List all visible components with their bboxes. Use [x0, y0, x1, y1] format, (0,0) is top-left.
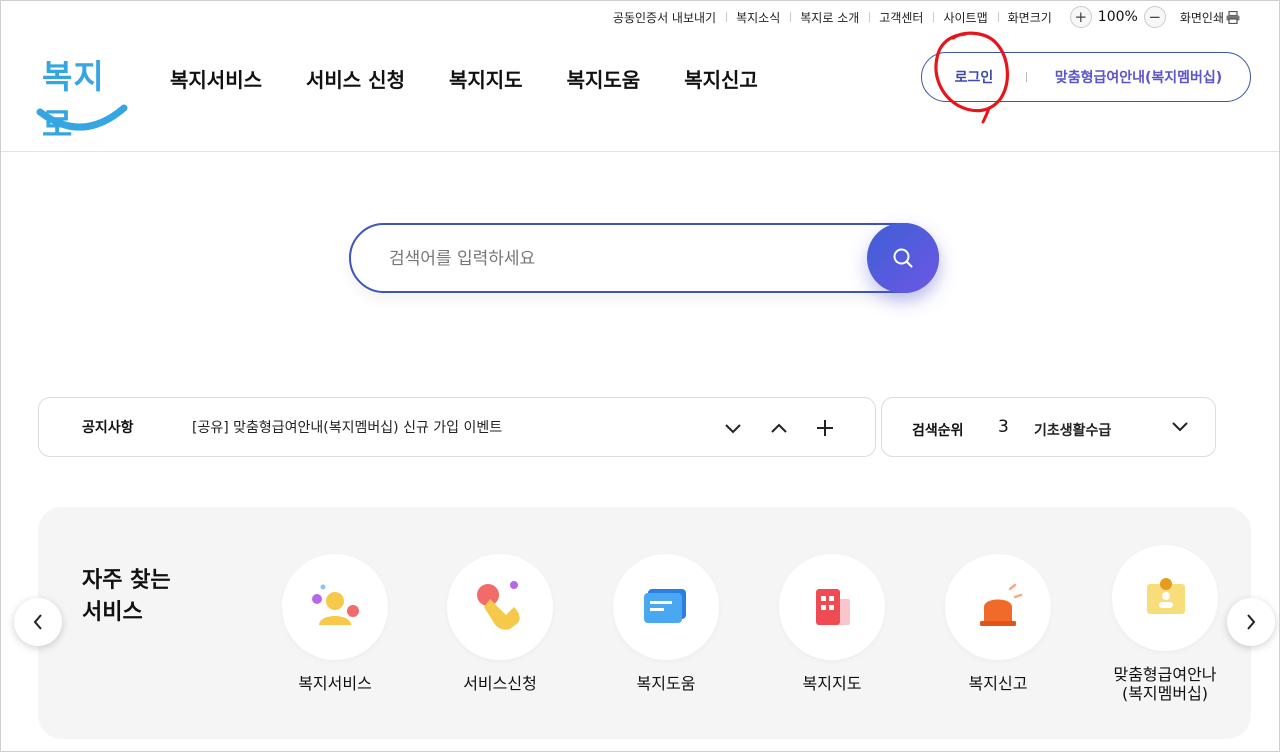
notice-prev-button[interactable]: [768, 417, 790, 439]
notice-next-button[interactable]: [722, 417, 744, 439]
util-about-link[interactable]: 복지로 소개: [790, 9, 869, 26]
quick-item-label: 복지지도: [802, 674, 862, 693]
nav-welfare-help[interactable]: 복지도움: [567, 64, 641, 93]
logo-smile-icon: [36, 104, 128, 131]
quick-services: 자주 찾는 서비스 복지서비스 서비스신청 복지도움 복지지도 복지신고 맞춤형…: [38, 507, 1251, 739]
util-cert-export-link[interactable]: 공동인증서 내보내기: [603, 9, 726, 26]
util-screen-size-label: 화면크기: [997, 9, 1062, 26]
plus-icon: [817, 420, 833, 436]
printer-icon: [1226, 10, 1240, 24]
login-button[interactable]: 로그인: [922, 67, 1026, 87]
id-badge-icon: [1147, 578, 1185, 614]
ranking-number: 3: [998, 417, 1009, 437]
chevron-up-icon: [771, 423, 787, 433]
site-header: 공동인증서 내보내기 복지소식 복지로 소개 고객센터 사이트맵 화면크기 + …: [0, 0, 1280, 152]
siren-icon: [980, 583, 1023, 626]
quick-item-welfare-report[interactable]: 복지신고: [938, 554, 1058, 693]
search-button[interactable]: [867, 223, 939, 293]
util-news-link[interactable]: 복지소식: [726, 9, 790, 26]
quick-item-membership[interactable]: 맞춤형급여안나 (복지멤버십): [1105, 545, 1225, 703]
notice-bar: 공지사항 [공유] 맞춤형급여안내(복지멤버십) 신규 가입 이벤트: [38, 397, 876, 457]
hand-tap-icon: [477, 581, 520, 630]
zoom-value: 100%: [1097, 9, 1138, 25]
main-nav: 복지서비스 서비스 신청 복지지도 복지도움 복지신고: [170, 64, 802, 93]
auth-box: 로그인 맞춤형급여안내(복지멤버십): [921, 52, 1251, 102]
notice-more-button[interactable]: [814, 417, 836, 439]
quick-next-button[interactable]: [1227, 598, 1275, 646]
chevron-right-icon: [1247, 614, 1256, 630]
notice-label: 공지사항: [82, 420, 134, 436]
quick-title: 자주 찾는 서비스: [82, 565, 171, 629]
quick-item-label-line2: (복지멤버십): [1121, 684, 1209, 703]
membership-button[interactable]: 맞춤형급여안내(복지멤버십): [1027, 67, 1250, 87]
search-input[interactable]: [389, 245, 849, 273]
quick-item-label: 복지도움: [636, 674, 696, 693]
quick-item-label: 복지서비스: [298, 674, 372, 693]
person-icon: [312, 584, 359, 625]
building-icon: [816, 589, 850, 625]
nav-welfare-map[interactable]: 복지지도: [449, 64, 523, 93]
quick-item-label: 복지신고: [968, 674, 1028, 693]
chevron-down-icon: [1172, 422, 1188, 432]
chevron-left-icon: [33, 614, 42, 630]
search-icon: [893, 248, 913, 268]
quick-item-service-apply[interactable]: 서비스신청: [440, 554, 560, 693]
ranking-label: 검색순위: [912, 423, 964, 439]
nav-welfare-service[interactable]: 복지서비스: [170, 64, 262, 93]
ranking-toggle-button[interactable]: [1171, 417, 1189, 436]
util-sitemap-link[interactable]: 사이트맵: [933, 9, 997, 26]
quick-title-line2: 서비스: [82, 600, 143, 625]
quick-item-label: 서비스신청: [463, 674, 537, 693]
site-logo[interactable]: 복지로: [36, 50, 130, 144]
zoom-in-button[interactable]: +: [1069, 6, 1092, 28]
print-button[interactable]: 화면인쇄: [1180, 9, 1240, 26]
quick-item-welfare-map[interactable]: 복지지도: [772, 554, 892, 693]
nav-welfare-report[interactable]: 복지신고: [684, 64, 758, 93]
utility-bar: 공동인증서 내보내기 복지소식 복지로 소개 고객센터 사이트맵 화면크기 + …: [603, 6, 1240, 28]
minus-icon: −: [1148, 8, 1162, 26]
chevron-down-icon: [725, 424, 741, 434]
quick-item-label-line1: 맞춤형급여안나: [1113, 665, 1217, 684]
quick-title-line1: 자주 찾는: [82, 568, 171, 593]
quick-item-welfare-help[interactable]: 복지도움: [606, 554, 726, 693]
nav-service-apply[interactable]: 서비스 신청: [306, 64, 405, 93]
quick-prev-button[interactable]: [14, 598, 62, 646]
search-ranking: 검색순위 3 기초생활수급: [881, 397, 1216, 457]
notice-text[interactable]: [공유] 맞춤형급여안내(복지멤버십) 신규 가입 이벤트: [192, 417, 502, 437]
quick-item-label: 맞춤형급여안나 (복지멤버십): [1105, 665, 1225, 703]
util-customer-center-link[interactable]: 고객센터: [869, 9, 933, 26]
chat-bubble-icon: [644, 589, 686, 623]
quick-item-welfare-service[interactable]: 복지서비스: [275, 554, 395, 693]
search-box: [349, 223, 939, 293]
plus-icon: +: [1074, 8, 1088, 26]
zoom-out-button[interactable]: −: [1143, 6, 1166, 28]
print-label: 화면인쇄: [1179, 10, 1224, 25]
ranking-term[interactable]: 기초생활수급: [1034, 420, 1111, 440]
